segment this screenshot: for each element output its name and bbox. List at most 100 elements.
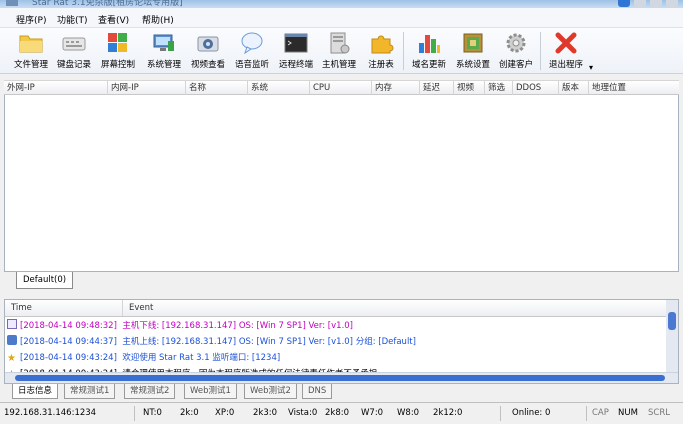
tab-regular-test-1[interactable]: 常规测试1	[64, 384, 116, 399]
toolbar-separator	[403, 32, 404, 70]
toolbar-overflow-chevron-icon[interactable]: ▾	[589, 63, 593, 72]
status-divider	[500, 406, 501, 421]
status-divider	[586, 406, 587, 421]
help-icon[interactable]	[618, 0, 630, 7]
column-header-lan-ip[interactable]: 内网-IP	[108, 81, 186, 95]
log-vertical-scrollbar[interactable]	[666, 300, 678, 373]
tab-log-info[interactable]: 日志信息	[12, 384, 59, 399]
column-header-ddos[interactable]: DDOS	[513, 81, 559, 95]
host-manage-button[interactable]: 主机管理	[318, 28, 360, 74]
log-row[interactable]: ★ [2018-04-14 09:43:24] 欢迎使用 Star Rat 3.1…	[7, 351, 280, 365]
scroll-thumb[interactable]	[668, 312, 676, 330]
log-row[interactable]: [2018-04-14 09:44:37] 主机上线: [192.168.31.…	[7, 335, 416, 349]
status-count-w7: W7:0	[361, 408, 384, 418]
bar-chart-icon	[419, 35, 440, 53]
column-header-time[interactable]: Time	[5, 300, 123, 316]
menu-bar: 程序(P) 功能(T) 查看(V) 帮助(H)	[0, 8, 683, 28]
log-event: 欢迎使用 Star Rat 3.1 监听端口: [1234]	[122, 353, 281, 363]
column-header-cpu[interactable]: CPU	[310, 81, 372, 95]
system-manage-button[interactable]: 系统管理	[143, 28, 185, 74]
menu-view[interactable]: 查看(V)	[98, 13, 129, 26]
tab-regular-test-2[interactable]: 常规测试2	[124, 384, 176, 399]
menu-function[interactable]: 功能(T)	[57, 13, 88, 26]
close-button[interactable]	[666, 0, 678, 7]
offline-icon	[7, 319, 17, 329]
tab-web-test-1[interactable]: Web测试1	[184, 384, 237, 399]
status-count-2k3: 2k3:0	[253, 408, 278, 418]
status-scroll-lock: SCRL	[648, 408, 670, 418]
menu-program[interactable]: 程序(P)	[16, 13, 46, 26]
speech-bubble-icon	[241, 32, 263, 55]
column-header-location[interactable]: 地理位置	[589, 81, 679, 95]
column-header-event[interactable]: Event	[123, 300, 666, 316]
column-header-name[interactable]: 名称	[186, 81, 248, 95]
tab-dns[interactable]: DNS	[302, 384, 333, 399]
column-header-os[interactable]: 系统	[248, 81, 310, 95]
scroll-thumb[interactable]	[15, 375, 665, 381]
app-icon	[6, 0, 18, 6]
online-icon	[7, 335, 17, 345]
column-header-video[interactable]: 视频	[454, 81, 485, 95]
maximize-button[interactable]	[650, 0, 662, 7]
toolbar-label: 系统设置	[455, 60, 490, 70]
close-x-icon	[555, 32, 577, 54]
screen-control-icon	[108, 33, 127, 52]
toolbar-label: 创建客户	[498, 60, 533, 70]
status-num-lock: NUM	[618, 408, 638, 418]
server-icon	[330, 32, 350, 54]
keyboard-icon	[62, 37, 86, 51]
toolbar-label: 注册表	[368, 60, 394, 70]
status-count-xp: XP:0	[215, 408, 235, 418]
file-manager-button[interactable]: 文件管理	[10, 28, 52, 74]
settings-box-icon	[463, 33, 483, 53]
column-header-wan-ip[interactable]: 外网-IP	[4, 81, 108, 95]
tab-default-group[interactable]: Default(0)	[16, 272, 74, 289]
puzzle-icon	[371, 35, 394, 54]
minimize-button[interactable]	[634, 0, 646, 7]
menu-help[interactable]: 帮助(H)	[142, 13, 174, 26]
log-time: [2018-04-14 09:43:24]	[20, 353, 117, 363]
screen-control-button[interactable]: 屏幕控制	[97, 28, 139, 74]
log-header: Time Event	[5, 300, 666, 317]
status-caps-lock: CAP	[592, 408, 609, 418]
column-header-version[interactable]: 版本	[559, 81, 589, 95]
toolbar-label: 系统管理	[146, 60, 181, 70]
toolbar-label: 键盘记录	[56, 60, 91, 70]
toolbar-label: 语音监听	[234, 60, 269, 70]
system-settings-button[interactable]: 系统设置	[452, 28, 494, 74]
log-horizontal-scrollbar[interactable]	[5, 372, 678, 383]
keylogger-button[interactable]: 键盘记录	[53, 28, 95, 74]
video-view-button[interactable]: 视频查看	[187, 28, 229, 74]
domain-update-button[interactable]: 域名更新	[408, 28, 450, 74]
toolbar-label: 主机管理	[321, 60, 356, 70]
status-count-2k12: 2k12:0	[433, 408, 463, 418]
registry-button[interactable]: 注册表	[362, 28, 400, 74]
log-event: 主机上线: [192.168.31.147] OS: [Win 7 SP1] V…	[122, 337, 416, 347]
exit-program-button[interactable]: 退出程序	[544, 28, 588, 74]
system-manage-icon	[153, 34, 174, 51]
status-count-2k8: 2k8:0	[325, 408, 350, 418]
status-listen-address: 192.168.31.146:1234	[4, 408, 97, 418]
status-online-count: Online: 0	[512, 408, 551, 418]
status-count-w8: W8:0	[397, 408, 420, 418]
column-header-latency[interactable]: 延迟	[420, 81, 454, 95]
voice-listen-button[interactable]: 语音监听	[231, 28, 273, 74]
create-client-button[interactable]: 创建客户	[495, 28, 537, 74]
status-divider	[134, 406, 135, 421]
log-tab-bar: 日志信息 常规测试1 常规测试2 Web测试1 Web测试2 DNS	[4, 384, 679, 401]
toolbar-separator	[540, 32, 541, 70]
status-count-nt: NT:0	[143, 408, 162, 418]
group-tab-bar: Default(0)	[4, 271, 679, 293]
tab-web-test-2[interactable]: Web测试2	[244, 384, 297, 399]
status-bar: 192.168.31.146:1234 NT:0 2k:0 XP:0 2k3:0…	[0, 402, 683, 424]
status-count-vista: Vista:0	[288, 408, 318, 418]
column-header-memory[interactable]: 内存	[372, 81, 420, 95]
host-list[interactable]	[4, 95, 679, 271]
camera-icon	[197, 36, 219, 52]
log-event: 主机下线: [192.168.31.147] OS: [Win 7 SP1] V…	[122, 321, 353, 331]
status-count-2k: 2k:0	[180, 408, 199, 418]
remote-terminal-button[interactable]: 远程终端	[275, 28, 317, 74]
column-header-filter[interactable]: 筛选	[485, 81, 513, 95]
log-row[interactable]: [2018-04-14 09:48:32] 主机下线: [192.168.31.…	[7, 319, 353, 333]
toolbar-label: 远程终端	[278, 60, 313, 70]
